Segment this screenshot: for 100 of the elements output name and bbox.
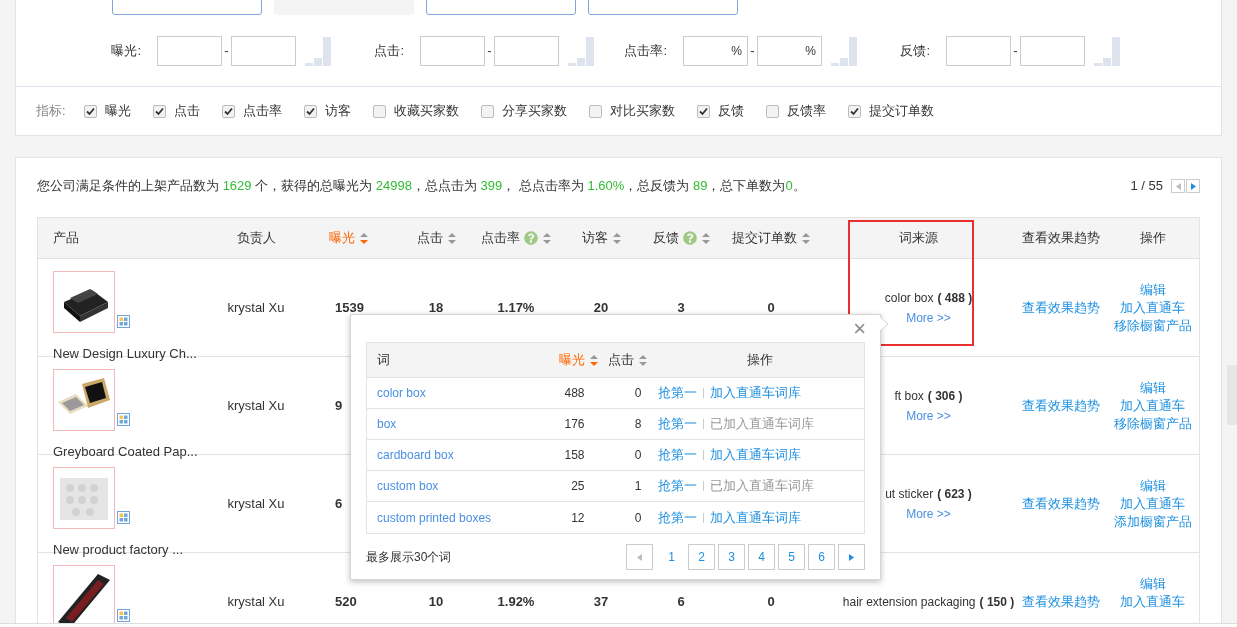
page-button[interactable]: 5: [778, 544, 805, 570]
column-header: 操作: [746, 351, 773, 370]
exposure-value: 158: [564, 448, 585, 463]
column-header[interactable]: 曝光: [558, 350, 598, 370]
range-label: 反馈:: [899, 42, 930, 61]
add-keyword-link[interactable]: 加入直通车词库: [710, 507, 802, 528]
column-header[interactable]: 提交订单数: [732, 228, 810, 248]
product-name[interactable]: New Design Luxury Ch...: [53, 344, 211, 364]
close-button[interactable]: ×: [853, 318, 866, 340]
metric-value: 18: [428, 298, 444, 317]
column-header[interactable]: 曝光: [329, 228, 368, 248]
action-link[interactable]: 移除橱窗产品: [1113, 415, 1192, 433]
trend-link[interactable]: 查看效果趋势: [1022, 297, 1100, 318]
range-dash: -: [224, 42, 229, 61]
page-button[interactable]: 4: [748, 544, 775, 570]
action-link[interactable]: 加入直通车: [1120, 299, 1185, 317]
action-link[interactable]: 加入直通车: [1120, 495, 1185, 513]
metric-label[interactable]: 分享买家数: [501, 101, 567, 121]
grab-first-link[interactable]: 抢第一: [658, 507, 698, 528]
range-dash: -: [1013, 42, 1018, 61]
metric-label[interactable]: 访客: [324, 101, 351, 121]
action-link[interactable]: 加入直通车: [1120, 397, 1185, 415]
metric-value: 1539: [335, 298, 364, 317]
column-header[interactable]: 访客: [581, 228, 621, 248]
clicks-value: 0: [634, 386, 642, 401]
metric-value: 9: [335, 396, 343, 415]
column-header: 操作: [1139, 229, 1166, 248]
metric-value: 0: [767, 298, 775, 317]
action-link[interactable]: 编辑: [1139, 281, 1166, 299]
page-button[interactable]: 2: [688, 544, 715, 570]
keyword-source: hair extension packaging ( 150 ): [842, 593, 1015, 611]
popover-footer-note: 最多展示30个词: [366, 549, 453, 566]
action-link[interactable]: 编辑: [1139, 575, 1166, 593]
page-button[interactable]: 3: [718, 544, 745, 570]
trend-link[interactable]: 查看效果趋势: [1022, 493, 1100, 514]
exposure-value: 488: [564, 386, 585, 401]
metric-label[interactable]: 点击率: [242, 101, 282, 121]
column-header[interactable]: 反馈: [652, 228, 710, 248]
grab-first-link[interactable]: 抢第一: [658, 414, 698, 434]
action-link[interactable]: 移除橱窗产品: [1113, 317, 1192, 335]
action-link[interactable]: 编辑: [1139, 379, 1166, 397]
metric-value: 37: [593, 592, 609, 611]
action-link[interactable]: 加入直通车: [1120, 593, 1185, 611]
metric-label[interactable]: 反馈: [717, 101, 744, 121]
column-header[interactable]: 点击: [416, 228, 456, 248]
max-field[interactable]: %: [757, 36, 822, 66]
action-link[interactable]: 添加橱窗产品: [1113, 513, 1192, 531]
page-indicator: 1 / 55: [1130, 177, 1163, 196]
grab-first-link[interactable]: 抢第一: [658, 383, 698, 403]
add-keyword-link[interactable]: 加入直通车词库: [710, 445, 802, 465]
clicks-value: 8: [634, 417, 642, 432]
keyword-link[interactable]: box: [377, 417, 397, 432]
metric-value: 20: [593, 298, 609, 317]
clicks-value: 0: [634, 510, 642, 525]
keyword-link[interactable]: custom box: [377, 479, 439, 494]
column-header: 词: [377, 351, 390, 370]
metrics-label: 指标:: [36, 102, 66, 121]
column-header: 产品: [53, 229, 79, 248]
metric-label[interactable]: 提交订单数: [868, 101, 934, 121]
metric-label[interactable]: 反馈率: [786, 101, 826, 121]
exposure-value: 25: [571, 479, 585, 494]
metric-value: 520: [335, 592, 357, 611]
metric-label[interactable]: 点击: [173, 101, 200, 121]
keyword-link[interactable]: custom printed boxes: [377, 510, 492, 525]
more-link[interactable]: More >>: [906, 406, 951, 425]
metric-label[interactable]: 收藏买家数: [393, 101, 459, 121]
owner-name: krystal Xu: [227, 592, 285, 611]
product-name[interactable]: New product factory ...: [53, 540, 211, 560]
page-button[interactable]: 1: [658, 544, 685, 570]
keyword-source: ut sticker ( 623 ): [885, 485, 972, 503]
range-label: 点击率:: [623, 42, 667, 61]
grab-first-link[interactable]: 抢第一: [658, 476, 698, 496]
action-link[interactable]: 编辑: [1139, 477, 1166, 495]
min-field[interactable]: %: [683, 36, 748, 66]
metric-label[interactable]: 曝光: [104, 101, 131, 121]
metric-value: 0: [767, 592, 775, 611]
keyword-link[interactable]: cardboard box: [377, 448, 454, 463]
add-keyword-link[interactable]: 加入直通车词库: [710, 383, 802, 403]
summary-text: 您公司满足条件的上架产品数为 1629 个，获得的总曝光为 24998，总点击为 399， 总点击率为 1.60%，总反馈为 89，总下单数为0。: [37, 177, 807, 196]
keyword-link[interactable]: color box: [377, 386, 426, 401]
column-header[interactable]: 点击: [608, 350, 648, 370]
product-name[interactable]: Greyboard Coated Pap...: [53, 442, 211, 462]
more-link[interactable]: More >>: [906, 504, 951, 523]
grab-first-link[interactable]: 抢第一: [658, 445, 698, 465]
trend-link[interactable]: 查看效果趋势: [1022, 591, 1100, 612]
page-button[interactable]: 6: [808, 544, 835, 570]
metric-value: 6: [677, 592, 685, 611]
range-label: 点击:: [373, 42, 404, 61]
column-header[interactable]: 点击率: [481, 228, 551, 248]
metric-value: 1.17%: [497, 298, 535, 317]
range-dash: -: [487, 42, 492, 61]
more-link[interactable]: More >>: [906, 308, 951, 327]
owner-name: krystal Xu: [227, 396, 285, 415]
trend-link[interactable]: 查看效果趋势: [1022, 395, 1100, 416]
keyword-source: ft box ( 306 ): [894, 387, 963, 405]
metric-value: 1.92%: [497, 592, 535, 611]
metric-value: 3: [677, 298, 685, 317]
metric-label[interactable]: 对比买家数: [609, 101, 675, 121]
metric-value: 6: [335, 494, 343, 513]
exposure-value: 176: [564, 417, 585, 432]
